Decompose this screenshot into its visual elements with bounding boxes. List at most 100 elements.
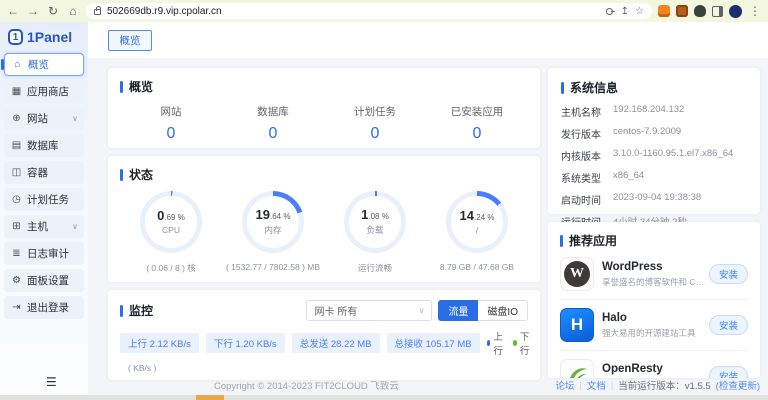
stat-cronjobs: 计划任务 0 bbox=[324, 104, 426, 143]
sidebar-collapse-button[interactable]: ☰ bbox=[46, 375, 57, 389]
legend-upload[interactable]: 上行 bbox=[487, 329, 506, 357]
stat-value[interactable]: 0 bbox=[222, 125, 324, 143]
download-speed-badge: 下行 1.20 KB/s bbox=[206, 333, 285, 353]
sidebar-item-label: 面板设置 bbox=[27, 273, 69, 288]
stat-installed-apps: 已安装应用 0 bbox=[426, 104, 528, 143]
stat-value[interactable]: 0 bbox=[426, 125, 528, 143]
app-row-halo[interactable]: H Halo 强大易用的开源建站工具 安装 bbox=[560, 300, 748, 351]
extension-icon-dark[interactable] bbox=[694, 5, 706, 17]
stat-databases: 数据库 0 bbox=[222, 104, 324, 143]
memory-ring: 19.64 % 内存 bbox=[242, 191, 304, 253]
check-update-link[interactable]: (检查更新) bbox=[716, 378, 760, 392]
gauge-disk: 14.24 % / 8.79 GB / 47.68 GB bbox=[426, 191, 528, 274]
app-desc: 享誉盛名的博客软件和 CMS 系统 bbox=[602, 276, 706, 288]
install-wordpress-button[interactable]: 安装 bbox=[709, 264, 748, 284]
system-info-card-title: 系统信息 bbox=[561, 79, 747, 96]
y-axis-unit: ( KB/s ) bbox=[128, 363, 528, 373]
sidebar-item-logout[interactable]: ⇥ 退出登录 bbox=[4, 296, 84, 319]
sidebar-item-website[interactable]: ⊕ 网站 ∨ bbox=[4, 107, 84, 130]
docs-link[interactable]: 文档 bbox=[587, 378, 606, 392]
info-row-kernel: 内核版本 3.10.0-1160.95.1.el7.x86_64 bbox=[561, 148, 747, 163]
info-label: 内核版本 bbox=[561, 148, 613, 163]
url-text: 502669db.r9.vip.cpolar.cn bbox=[107, 6, 600, 17]
footer: Copyright © 2014-2023 FIT2CLOUD 飞致云 论坛 |… bbox=[88, 375, 768, 395]
legend-download[interactable]: 下行 bbox=[513, 329, 532, 357]
address-bar[interactable]: 502669db.r9.vip.cpolar.cn ↥ ☆ bbox=[86, 3, 652, 19]
app-row-openresty[interactable]: OpenResty 基于 NGINX 和 LuaJIT 的 Web 平台 安装 bbox=[560, 351, 748, 378]
sidebar-item-logs[interactable]: ≣ 日志审计 bbox=[4, 242, 84, 265]
install-halo-button[interactable]: 安装 bbox=[709, 315, 748, 335]
main-area: 概览 概览 网站 0 bbox=[88, 22, 768, 395]
extension-icon[interactable] bbox=[676, 5, 688, 17]
profile-avatar[interactable] bbox=[729, 5, 742, 18]
cpu-sub: ( 0.06 / 8 ) 核 bbox=[146, 262, 196, 274]
tab-bar: 概览 bbox=[88, 22, 768, 58]
legend-label: 下行 bbox=[520, 329, 532, 357]
info-row-distro: 发行版本 centos-7.9.2009 bbox=[561, 126, 747, 141]
password-key-icon[interactable] bbox=[606, 7, 615, 16]
sidebar-item-container[interactable]: ◫ 容器 bbox=[4, 161, 84, 184]
version-text: 当前运行版本：v1.5.5 bbox=[618, 378, 710, 392]
diskio-tab-button[interactable]: 磁盘IO bbox=[478, 300, 528, 321]
logout-icon: ⇥ bbox=[10, 302, 23, 313]
disk-value-frac: .24 % bbox=[474, 213, 494, 222]
overview-card: 概览 网站 0 数据库 0 计划任务 bbox=[108, 68, 540, 148]
forum-link[interactable]: 论坛 bbox=[555, 378, 574, 392]
overview-title-text: 概览 bbox=[129, 78, 153, 95]
sidebar-item-label: 主机 bbox=[27, 219, 48, 234]
taskbar-edge bbox=[0, 395, 768, 400]
app-name: OpenResty bbox=[602, 363, 706, 375]
legend-dot-upload bbox=[487, 340, 491, 346]
sidebar-item-label: 应用商店 bbox=[27, 84, 69, 99]
content: 概览 网站 0 数据库 0 计划任务 bbox=[88, 58, 768, 380]
app-desc: 强大易用的开源建站工具 bbox=[602, 327, 696, 339]
stat-value[interactable]: 0 bbox=[120, 125, 222, 143]
cpu-value-frac: .69 % bbox=[164, 213, 184, 222]
gauge-memory: 19.64 % 内存 ( 1532.77 / 7802.58 ) MB bbox=[222, 191, 324, 274]
network-interface-select[interactable]: 网卡 所有 ∨ bbox=[306, 300, 432, 321]
sidebar-item-app-store[interactable]: ▦ 应用商店 bbox=[4, 80, 84, 103]
share-icon[interactable]: ↥ bbox=[621, 6, 629, 17]
sidebar-item-database[interactable]: ▤ 数据库 bbox=[4, 134, 84, 157]
metamask-extension-icon[interactable] bbox=[658, 5, 670, 17]
traffic-tab-button[interactable]: 流量 bbox=[438, 300, 478, 321]
bookmark-star-icon[interactable]: ☆ bbox=[635, 6, 644, 17]
stat-value[interactable]: 0 bbox=[324, 125, 426, 143]
monitor-card-title: 监控 bbox=[120, 302, 153, 319]
gauge-cpu: 0.69 % CPU ( 0.06 / 8 ) 核 bbox=[120, 191, 222, 274]
sidebar-item-label: 计划任务 bbox=[27, 192, 69, 207]
screen: ← → ↻ ⌂ 502669db.r9.vip.cpolar.cn ↥ ☆ ⋮ … bbox=[0, 0, 768, 400]
lock-icon bbox=[94, 9, 101, 15]
memory-label: 内存 bbox=[264, 224, 281, 236]
sidebar-item-label: 日志审计 bbox=[27, 246, 69, 261]
upload-speed-badge: 上行 2.12 KB/s bbox=[120, 333, 199, 353]
sidebar-item-cronjob[interactable]: ◷ 计划任务 bbox=[4, 188, 84, 211]
sidebar-item-label: 退出登录 bbox=[27, 300, 69, 315]
info-row-arch: 系统类型 x86_64 bbox=[561, 170, 747, 185]
memory-sub: ( 1532.77 / 7802.58 ) MB bbox=[226, 262, 320, 272]
apps-title-text: 推荐应用 bbox=[569, 232, 617, 249]
title-accent-bar bbox=[120, 305, 123, 317]
sidebar: 1 1Panel ⌂ 概览 ▦ 应用商店 ⊕ 网站 ∨ ▤ bbox=[0, 22, 88, 395]
sidebar-item-label: 概览 bbox=[28, 57, 49, 72]
disk-label: / bbox=[476, 225, 478, 235]
stat-label: 网站 bbox=[120, 104, 222, 119]
log-icon: ≣ bbox=[10, 248, 23, 259]
back-icon[interactable]: ← bbox=[6, 5, 20, 17]
home-icon[interactable]: ⌂ bbox=[66, 5, 80, 17]
info-row-boot-time: 启动时间 2023-09-04 19:38:38 bbox=[561, 192, 747, 207]
memory-value: 19 bbox=[256, 207, 270, 222]
load-sub: 运行流畅 bbox=[358, 262, 392, 274]
container-icon: ◫ bbox=[10, 167, 23, 178]
sidebar-item-host[interactable]: ⊞ 主机 ∨ bbox=[4, 215, 84, 238]
sidebar-item-settings[interactable]: ⚙ 面板设置 bbox=[4, 269, 84, 292]
browser-menu-icon[interactable]: ⋮ bbox=[748, 5, 762, 17]
disk-value: 14 bbox=[460, 208, 474, 223]
sidebar-item-overview[interactable]: ⌂ 概览 bbox=[4, 53, 84, 76]
reload-icon[interactable]: ↻ bbox=[46, 5, 60, 17]
tab-overview[interactable]: 概览 bbox=[108, 30, 152, 51]
load-value-frac: .08 % bbox=[368, 212, 388, 221]
app-row-wordpress[interactable]: W WordPress 享誉盛名的博客软件和 CMS 系统 安装 bbox=[560, 249, 748, 300]
side-panel-icon[interactable] bbox=[712, 6, 723, 17]
forward-icon[interactable]: → bbox=[26, 5, 40, 17]
